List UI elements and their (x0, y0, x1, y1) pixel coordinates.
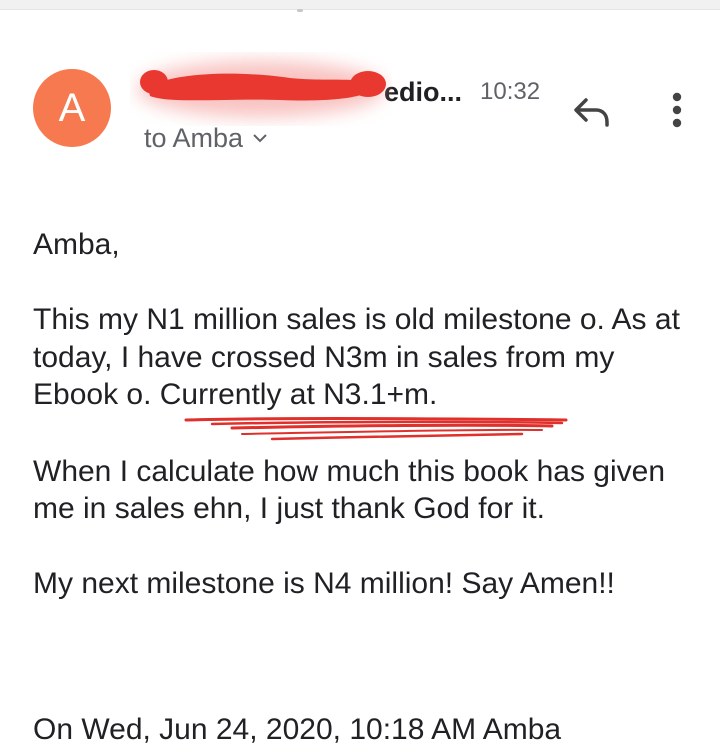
avatar[interactable]: A (33, 69, 111, 147)
paragraph-2: When I calculate how much this book has … (33, 454, 666, 526)
greeting: Amba, (33, 228, 120, 261)
sender-name[interactable]: edio... (144, 77, 462, 108)
chevron-down-icon[interactable] (251, 132, 269, 144)
more-options-button[interactable] (662, 88, 692, 134)
recipient-label: to Amba (144, 122, 244, 153)
top-divider (0, 0, 720, 10)
sender-row: edio... 10:32 (144, 72, 540, 112)
reply-button[interactable] (570, 92, 614, 132)
quoted-header: On Wed, Jun 24, 2020, 10:18 AM Amba (33, 713, 562, 746)
paragraph-3: My next milestone is N4 million! Say Ame… (33, 566, 615, 600)
more-vert-icon (672, 92, 682, 128)
message-body: Amba, This my N1 million sales is old mi… (33, 226, 703, 602)
top-handle (297, 9, 303, 12)
message-time: 10:32 (480, 78, 541, 105)
reply-icon (574, 98, 609, 127)
paragraph-1: This my N1 million sales is old mileston… (33, 303, 680, 411)
recipient-row[interactable]: to Amba (144, 120, 269, 156)
